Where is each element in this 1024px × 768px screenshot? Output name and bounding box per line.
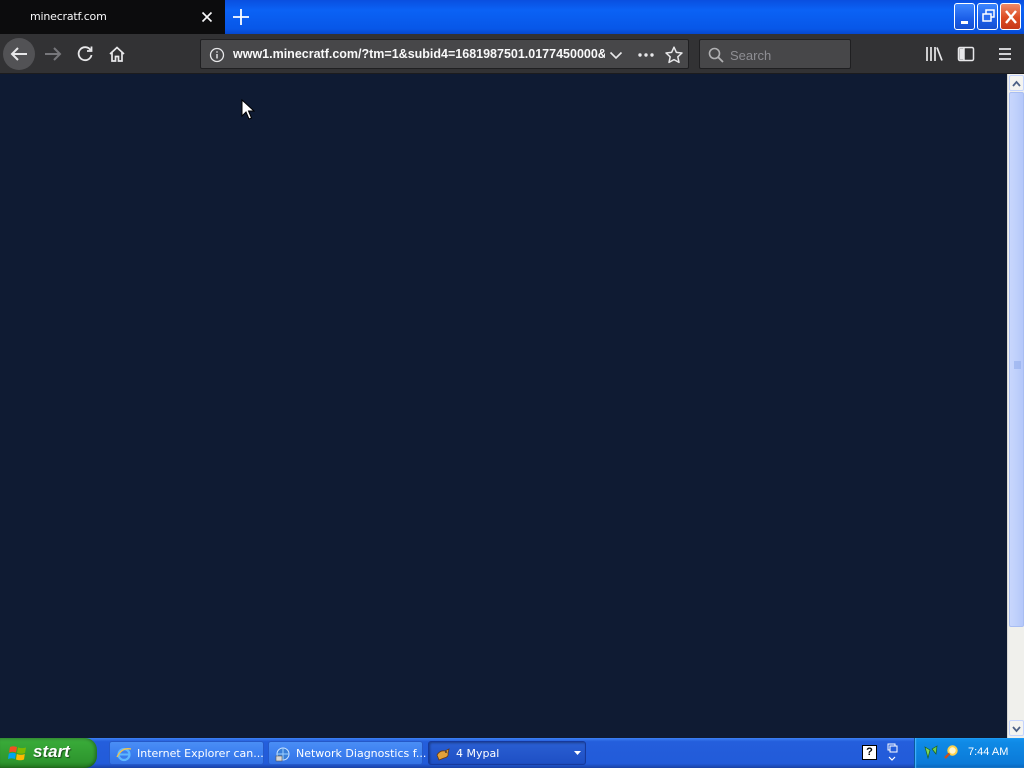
tab-title: minecratf.com [30, 10, 107, 23]
library-icon [926, 47, 943, 61]
scroll-down-button[interactable] [1009, 720, 1024, 736]
taskbar-item-label: 4 Mypal [456, 747, 500, 760]
close-icon [1005, 10, 1017, 24]
taskbar-item-network-diagnostics[interactable]: Network Diagnostics f... [268, 741, 427, 765]
window-close-button[interactable] [1000, 3, 1021, 30]
internet-explorer-icon [116, 747, 132, 762]
search-input[interactable] [730, 46, 845, 64]
language-bar-icon[interactable] [885, 743, 899, 763]
scroll-up-button[interactable] [1009, 75, 1024, 91]
clock: 7:44 AM [968, 746, 1009, 758]
mouse-pointer-icon [241, 99, 255, 120]
library-button[interactable] [923, 43, 945, 65]
windows-logo-icon [8, 746, 26, 761]
menu-button[interactable] [994, 43, 1016, 65]
start-button[interactable]: start [0, 738, 97, 768]
restore-button[interactable] [977, 3, 998, 30]
home-button[interactable] [101, 38, 133, 70]
tab-close-icon[interactable] [199, 9, 215, 25]
menu-icon [999, 48, 1011, 60]
chevron-down-icon [574, 751, 581, 755]
taskbar-item-label: Internet Explorer can... [137, 747, 264, 760]
info-icon[interactable] [209, 47, 225, 63]
new-tab-icon[interactable] [231, 7, 251, 27]
title-bar: minecratf.com [0, 0, 1024, 34]
active-tab[interactable]: minecratf.com [0, 0, 225, 34]
sidebar-icon [957, 46, 975, 62]
system-tray: 7:44 AM [914, 738, 1024, 768]
navigation-toolbar: www1.minecratf.com/?tm=1&subid4=16819875… [0, 34, 1024, 74]
more-icon[interactable] [635, 46, 657, 64]
back-icon [10, 47, 27, 61]
taskbar-item-ie-error[interactable]: Internet Explorer can... [109, 741, 264, 765]
minimize-icon [961, 21, 968, 24]
search-box[interactable] [699, 39, 851, 69]
reload-icon [77, 46, 93, 62]
dropdown-icon[interactable] [607, 46, 625, 64]
search-icon [708, 47, 724, 63]
mypal-icon [436, 748, 450, 761]
start-label: start [33, 742, 70, 761]
back-button[interactable] [3, 38, 35, 70]
grip-icon [1014, 361, 1021, 369]
forward-button[interactable] [37, 38, 69, 70]
network-diagnostics-icon [275, 747, 290, 762]
taskbar-group-mypal[interactable]: 4 Mypal [428, 741, 586, 765]
reload-button[interactable] [69, 38, 101, 70]
network-tray-icon[interactable] [923, 744, 939, 760]
minimize-button[interactable] [954, 3, 975, 30]
url-bar[interactable]: www1.minecratf.com/?tm=1&subid4=16819875… [200, 39, 689, 69]
page-content [0, 74, 1007, 738]
scroll-down-icon [1012, 726, 1021, 733]
scroll-up-icon [1012, 80, 1021, 87]
taskbar-item-label: Network Diagnostics f... [296, 747, 427, 760]
restore-icon [982, 9, 995, 22]
forward-icon [45, 47, 62, 61]
help-icon[interactable]: ? [862, 745, 877, 760]
url-text[interactable]: www1.minecratf.com/?tm=1&subid4=16819875… [233, 47, 605, 63]
sidebar-button[interactable] [955, 43, 977, 65]
star-icon[interactable] [664, 45, 684, 65]
vertical-scrollbar[interactable] [1007, 74, 1024, 738]
scroll-thumb[interactable] [1009, 92, 1024, 627]
home-icon [109, 46, 125, 62]
search-tray-icon[interactable] [943, 744, 959, 760]
